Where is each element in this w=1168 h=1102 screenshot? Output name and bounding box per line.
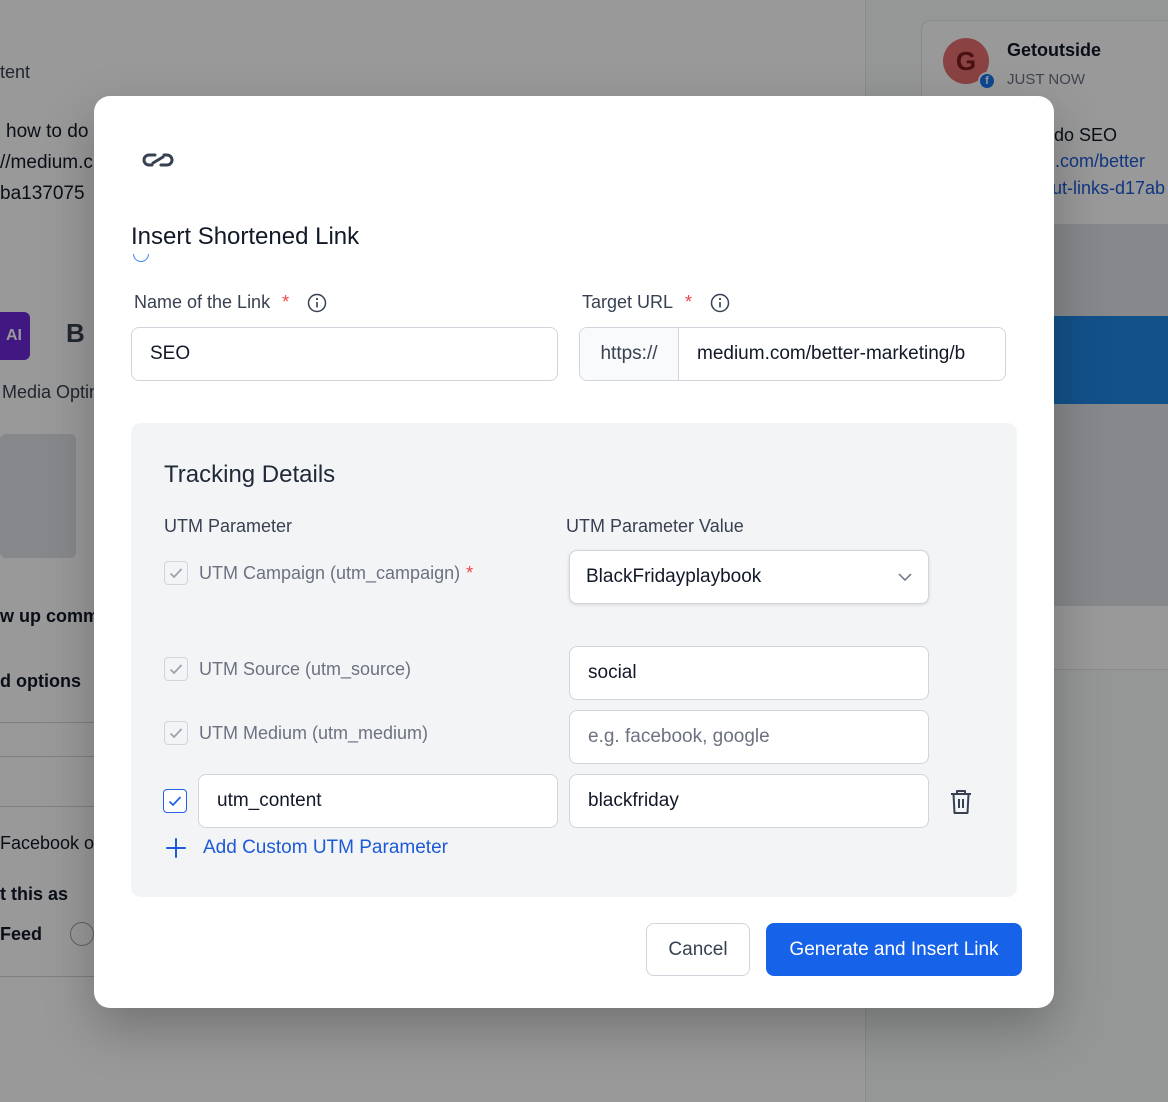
utm-medium-label: UTM Medium (utm_medium) — [199, 722, 429, 743]
plus-icon — [166, 838, 186, 858]
target-url-field[interactable]: https:// medium.com/better-marketing/b — [579, 327, 1006, 381]
utm-medium-input[interactable]: e.g. facebook, google — [569, 710, 929, 764]
url-protocol-prefix: https:// — [580, 328, 679, 380]
chevron-down-icon — [898, 573, 912, 581]
info-icon[interactable] — [710, 293, 730, 313]
target-url-label: Target URL * — [582, 292, 730, 313]
loading-indicator — [133, 254, 149, 264]
link-name-label-text: Name of the Link — [134, 292, 271, 312]
utm-parameter-header: UTM Parameter — [164, 516, 293, 536]
check-icon — [169, 568, 183, 579]
required-mark: * — [685, 292, 693, 312]
check-icon — [169, 664, 183, 675]
cancel-button[interactable]: Cancel — [646, 923, 750, 976]
utm-source-checkbox — [164, 657, 188, 681]
utm-campaign-row: UTM Campaign (utm_campaign) * — [164, 561, 473, 585]
utm-source-row: UTM Source (utm_source) — [164, 657, 411, 681]
target-url-label-text: Target URL — [582, 292, 674, 312]
utm-medium-checkbox — [164, 721, 188, 745]
required-mark: * — [466, 562, 474, 583]
tracking-details-title: Tracking Details — [164, 461, 336, 488]
add-custom-utm-button[interactable]: Add Custom UTM Parameter — [165, 837, 448, 859]
utm-value-header: UTM Parameter Value — [566, 516, 744, 536]
custom-utm-key-input[interactable]: utm_content — [198, 774, 558, 828]
required-mark: * — [282, 292, 290, 312]
tracking-details-panel: Tracking Details UTM Parameter UTM Param… — [131, 423, 1017, 897]
target-url-input[interactable]: medium.com/better-marketing/b — [679, 328, 1005, 380]
link-icon — [142, 153, 174, 167]
utm-medium-row: UTM Medium (utm_medium) — [164, 721, 428, 745]
insert-link-dialog: Insert Shortened Link Name of the Link *… — [94, 96, 1054, 1008]
custom-utm-checkbox[interactable] — [163, 789, 187, 813]
utm-campaign-select[interactable]: BlackFridayplaybook — [569, 550, 929, 604]
trash-icon[interactable] — [949, 788, 973, 816]
add-custom-utm-label: Add Custom UTM Parameter — [203, 837, 448, 858]
utm-campaign-label: UTM Campaign (utm_campaign) — [199, 562, 461, 583]
generate-insert-link-button[interactable]: Generate and Insert Link — [766, 923, 1022, 976]
utm-source-label: UTM Source (utm_source) — [199, 658, 412, 679]
utm-campaign-value: BlackFridayplaybook — [586, 566, 762, 587]
check-icon — [169, 728, 183, 739]
info-icon[interactable] — [307, 293, 327, 313]
link-name-label: Name of the Link * — [134, 292, 327, 313]
dialog-title: Insert Shortened Link — [131, 223, 360, 250]
custom-utm-value-input[interactable]: blackfriday — [569, 774, 929, 828]
utm-source-input[interactable]: social — [569, 646, 929, 700]
link-name-input[interactable]: SEO — [131, 327, 558, 381]
check-icon — [168, 796, 182, 807]
utm-campaign-checkbox — [164, 561, 188, 585]
